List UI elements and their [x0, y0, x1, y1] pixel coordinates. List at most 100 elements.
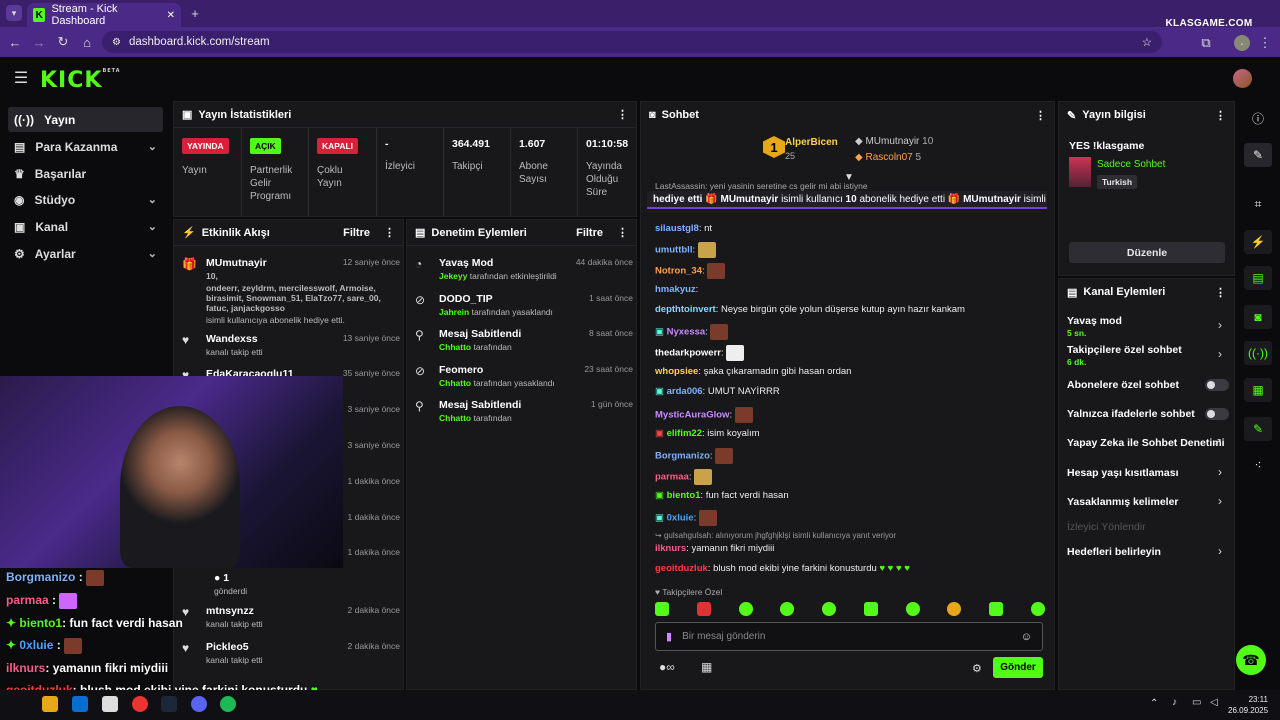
chat-user[interactable]: Borgmanizo — [655, 451, 710, 462]
chat-input[interactable]: ▮ Bir mesaj gönderin ☺ — [655, 622, 1043, 651]
extensions-icon[interactable]: ⧉ — [1198, 35, 1214, 51]
sidebar-item-studyo[interactable]: ◉ Stüdyo ⌄ — [8, 187, 163, 212]
emote-icon[interactable] — [696, 602, 711, 616]
chat-user[interactable]: geoitduzluk — [655, 563, 708, 574]
file-explorer-icon[interactable] — [42, 696, 58, 712]
points-icon[interactable]: ●∞ — [659, 660, 675, 674]
chat-user[interactable]: thedarkpowerr — [655, 348, 721, 359]
steam-icon[interactable] — [161, 696, 177, 712]
user-avatar[interactable] — [1233, 69, 1252, 88]
hamburger-icon[interactable]: ☰ — [12, 70, 30, 87]
chat-user[interactable]: depthtoinvert — [655, 304, 716, 315]
emote-icon[interactable] — [655, 602, 669, 616]
more-icon[interactable]: ⋮ — [1035, 109, 1046, 122]
action-slow-mode[interactable]: Yavaş mod 5 sn. — [1067, 315, 1229, 338]
external-link-icon[interactable]: ↗ — [1214, 437, 1222, 448]
sidebar-item-yayin[interactable]: ((·)) Yayın — [8, 107, 163, 132]
profile-icon[interactable]: · — [1234, 35, 1250, 51]
chevron-right-icon[interactable]: › — [1218, 465, 1222, 479]
tab-search-icon[interactable]: ▾ — [6, 5, 22, 21]
leader-first[interactable]: AlperBicen — [785, 137, 838, 148]
store-icon[interactable]: ▦ — [701, 660, 712, 674]
more-icon[interactable]: ⋮ — [617, 108, 628, 121]
sidebar-item-ayarlar[interactable]: ⚙ Ayarlar ⌄ — [8, 241, 163, 266]
emote-icon[interactable] — [989, 602, 1004, 616]
leader-third[interactable]: Rascoln07 — [865, 152, 912, 163]
chat-user[interactable]: Nyxessa — [667, 327, 706, 338]
pencil-icon[interactable]: ✎ — [1244, 143, 1272, 167]
emote-icon[interactable] — [1030, 602, 1045, 616]
emote-icon[interactable] — [947, 602, 962, 616]
chat-user[interactable]: ilknurs — [655, 543, 686, 554]
leader-second[interactable]: MUmutnayir — [865, 136, 919, 147]
emote-icon[interactable] — [863, 602, 878, 616]
sidebar-item-basarilar[interactable]: ♛ Başarılar — [8, 161, 163, 186]
volume-icon[interactable]: ◁ — [1210, 697, 1218, 708]
site-info-icon[interactable]: ⚙ — [112, 37, 121, 48]
chat-user[interactable]: whopsiee — [655, 366, 698, 377]
chevron-right-icon[interactable]: › — [1218, 318, 1222, 332]
clock[interactable]: 23:11 26.09.2025 — [1228, 694, 1268, 716]
info-icon[interactable]: ⓘ — [1244, 106, 1272, 130]
action-banned-words[interactable]: Yasaklanmış kelimeler — [1067, 496, 1229, 508]
action-account-age[interactable]: Hesap yaşı kısıtlaması — [1067, 467, 1229, 479]
network-icon[interactable]: ▭ — [1192, 697, 1201, 708]
chat-user[interactable]: parmaa — [655, 472, 689, 483]
bookmark-star-icon[interactable]: ☆ — [1142, 35, 1152, 49]
filter-button[interactable]: Filtre — [576, 227, 603, 239]
emotes-only-toggle[interactable] — [1205, 408, 1229, 420]
chrome-icon[interactable] — [132, 696, 148, 712]
chat-icon[interactable]: ◙ — [1244, 305, 1272, 329]
emote-icon[interactable] — [905, 602, 920, 616]
back-icon[interactable]: ← — [8, 35, 22, 50]
tray-chevron-icon[interactable]: ⌃ — [1150, 698, 1158, 709]
chevron-right-icon[interactable]: › — [1218, 544, 1222, 558]
new-tab-icon[interactable]: + — [188, 6, 202, 21]
lightning-icon[interactable]: ⚡ — [1244, 230, 1272, 254]
more-icon[interactable]: ⋮ — [1215, 286, 1226, 299]
layout-icon[interactable]: ▦ — [1244, 378, 1272, 402]
subs-only-toggle[interactable] — [1205, 379, 1229, 391]
mic-tray-icon[interactable]: ♪ — [1172, 697, 1177, 708]
edit-button[interactable]: Düzenle — [1069, 242, 1225, 263]
chevron-right-icon[interactable]: › — [1218, 347, 1222, 361]
send-button[interactable]: Gönder — [993, 657, 1043, 678]
chat-user[interactable]: MysticAuraGlow — [655, 410, 729, 421]
app-icon[interactable] — [102, 696, 118, 712]
discord-icon[interactable] — [191, 696, 207, 712]
spotify-icon[interactable] — [220, 696, 236, 712]
action-ai-moderation[interactable]: Yapay Zeka ile Sohbet Denetimi — [1067, 437, 1229, 449]
action-goals[interactable]: Hedefleri belirleyin — [1067, 546, 1229, 558]
more-icon[interactable]: ⋮ — [1215, 109, 1226, 122]
settings-icon[interactable]: ⚙ — [972, 662, 982, 675]
home-icon[interactable]: ⌂ — [80, 35, 94, 50]
browser-tab[interactable]: K Stream - Kick Dashboard ✕ — [27, 3, 181, 27]
sidebar-item-para-kazanma[interactable]: ▤ Para Kazanma ⌄ — [8, 134, 163, 159]
more-icon[interactable]: ⋮ — [384, 226, 395, 239]
dots-icon[interactable]: ⁖ — [1244, 453, 1272, 477]
chat-user[interactable]: arda006 — [667, 386, 703, 397]
chat-user[interactable]: elifim22 — [667, 428, 702, 439]
document-icon[interactable]: ▤ — [1244, 266, 1272, 290]
chat-user[interactable]: 0xluie — [667, 513, 694, 524]
outlook-icon[interactable] — [72, 696, 88, 712]
kick-logo[interactable]: KICKBETA — [40, 68, 121, 93]
emote-icon[interactable] — [738, 602, 753, 616]
address-bar[interactable]: ⚙ dashboard.kick.com/stream ☆ — [102, 31, 1162, 53]
chevron-right-icon[interactable]: › — [1218, 494, 1222, 508]
menu-icon[interactable]: ⋮ — [1258, 35, 1272, 51]
sidebar-item-kanal[interactable]: ▣ Kanal ⌄ — [8, 214, 163, 239]
wrench-icon[interactable]: ✎ — [1244, 417, 1272, 441]
action-followers-only[interactable]: Takipçilere özel sohbet 6 dk. — [1067, 344, 1229, 367]
mic-icon[interactable]: ▮ — [666, 630, 672, 643]
chat-user[interactable]: silaustgl8 — [655, 223, 699, 234]
support-icon[interactable]: ☎ — [1236, 645, 1266, 675]
emoji-icon[interactable]: ☺ — [1021, 631, 1032, 643]
more-icon[interactable]: ⋮ — [617, 226, 628, 239]
chat-user[interactable]: biento1 — [667, 490, 701, 501]
close-tab-icon[interactable]: ✕ — [167, 10, 175, 21]
forward-icon[interactable]: → — [32, 35, 46, 50]
chat-user[interactable]: Notron_34 — [655, 266, 702, 277]
chat-user[interactable]: hmakyuz — [655, 284, 696, 295]
emote-icon[interactable] — [780, 602, 795, 616]
